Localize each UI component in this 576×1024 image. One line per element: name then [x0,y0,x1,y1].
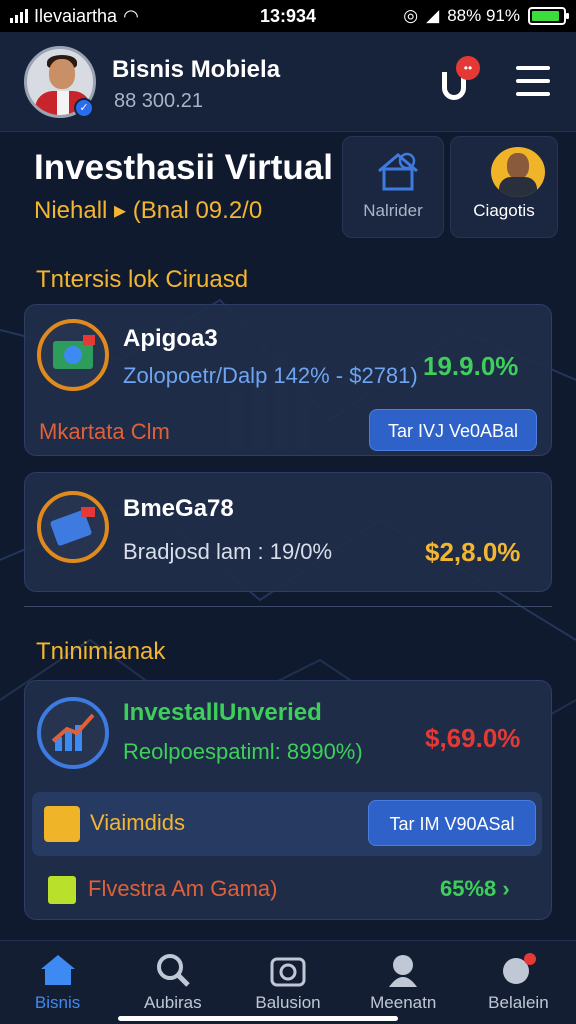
investment-tag: Mkartata Clm [39,419,170,444]
user-balance: 88 300.21 [114,90,203,112]
home-icon [40,955,75,985]
investment-detail: Zolopoetr/Dalp 142% - $2781) [123,363,418,388]
nav-label: Belalein [488,993,549,1012]
notification-badge: •• [456,56,480,80]
footer-value: 65%8 › [440,876,510,901]
investment-card[interactable]: BmeGa78 Bradjosd lam : 19/0% $2,8.0% [24,472,552,592]
sub-invest-button[interactable]: Tar IM V90ASal [368,800,536,846]
notification-button[interactable]: •• [438,56,480,106]
user-name: Bisnis Mobiela [112,56,281,83]
featured-detail: Reolpoespatiml: 8990%) [123,739,363,764]
menu-icon[interactable] [516,66,550,96]
nav-item-balusion[interactable]: Balusion [230,941,345,1024]
camera-icon [270,957,306,987]
nav-item-bisnis[interactable]: Bisnis [0,941,115,1024]
nav-label: Balusion [255,993,321,1012]
section-title-active: Tntersis lok Ciruasd [36,266,249,293]
hero-subtitle-left: Niehall ▸ [34,197,127,224]
section-title-featured: Tninimianak [36,638,166,665]
featured-percent: $,69.0% [425,723,521,753]
character-icon [389,955,418,987]
wifi-icon: ◠ [123,5,139,26]
battery-text: 88% 91% [447,6,520,25]
quick-action-ciagotis[interactable]: Ciagotis [450,136,558,238]
investment-card[interactable]: Apigoa3 Zolopoetr/Dalp 142% - $2781) 19.… [24,304,552,456]
nav-item-meenatn[interactable]: Meenatn [346,941,461,1024]
quick-action-nalrider[interactable]: Nalrider [342,136,444,238]
profile-icon [491,147,545,197]
house-chart-icon [378,152,418,191]
investment-percent: $2,8.0% [425,537,521,567]
tools-icon [44,806,80,842]
nav-item-aubiras[interactable]: Aubiras [115,941,230,1024]
investment-percent: 19.9.0% [423,351,519,381]
investment-detail: Bradjosd lam : 19/0% [123,539,333,564]
footer-label: Flvestra Am Gama) [88,876,278,901]
profile-badge-icon [503,953,537,984]
hero-subtitle-right: (Bnal 09.2/0 [132,197,263,224]
featured-sub-row[interactable]: Viaimdids Tar IM V90ASal [32,792,542,856]
alarm-icon: ◎ [403,6,419,25]
signal-icon [10,9,28,23]
invest-button[interactable]: Tar IVJ Ve0ABal [369,409,537,451]
search-icon [156,954,190,987]
nav-item-belalein[interactable]: Belalein [461,941,576,1024]
verified-badge-icon: ✓ [74,98,94,118]
hero-subtitle: Niehall ▸ (Bnal 09.2/0 [34,196,262,225]
nav-label: Meenatn [370,993,437,1012]
nav-label: Aubiras [143,993,202,1012]
growth-chart-icon [37,697,109,769]
quick-action-label: Nalrider [363,201,423,220]
status-bar: Ilevaiartha ◠ 13:934 ◎ ◢ 88% 91% [0,0,576,32]
bottom-nav: Bisnis Aubiras Balusion Meenatn Belalein [0,940,576,1024]
sub-row-label: Viaimdids [90,810,185,835]
page-title: Investhasii Virtual [34,148,333,187]
battery-icon [528,7,569,25]
carrier-name: Ilevaiartha [34,5,118,26]
home-indicator [118,1016,398,1021]
signal-strength-icon: ◢ [426,6,440,25]
book-icon [37,491,109,563]
quick-action-label: Ciagotis [473,201,535,220]
app-header: ✓ Bisnis Mobiela 88 300.21 •• [0,32,576,132]
money-icon [37,319,109,391]
featured-name: InvestallUnveried [123,699,322,726]
divider [24,606,552,607]
investment-name: BmeGa78 [123,495,234,522]
investment-name: Apigoa3 [123,325,218,352]
pencil-icon [48,876,76,904]
nav-label: Bisnis [34,993,81,1012]
